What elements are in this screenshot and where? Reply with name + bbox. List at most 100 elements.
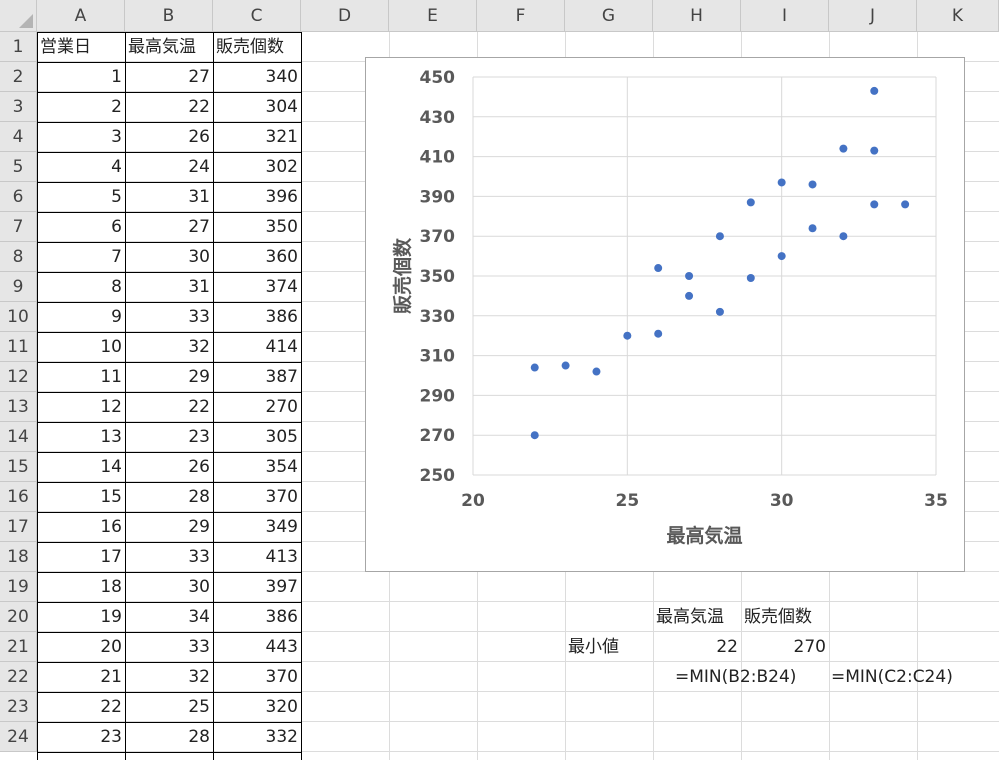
row-header-22[interactable]: 22 [0,662,37,692]
scatter-point[interactable] [685,272,694,280]
table-cell[interactable]: 386 [213,602,301,632]
table-cell[interactable]: 19 [37,602,125,632]
summary-formula-temp[interactable]: =MIN(B2:B24) [672,662,802,692]
scatter-point[interactable] [561,361,570,370]
row-header-2[interactable]: 2 [0,62,37,92]
row-header-13[interactable]: 13 [0,392,37,422]
scatter-chart[interactable]: 250 270 290 310 330 350 370 390 410 430 450 20 25 30 3… [365,57,965,572]
scatter-point[interactable] [592,367,601,376]
scatter-point[interactable] [746,273,755,282]
scatter-point[interactable] [623,331,632,340]
scatter-point[interactable] [777,252,786,261]
summary-header-temp[interactable]: 最高気温 [653,602,741,632]
table-cell[interactable]: 354 [213,452,301,482]
table-cell[interactable]: 270 [213,392,301,422]
row-header-20[interactable]: 20 [0,602,37,632]
table-cell[interactable]: 1 [37,62,125,92]
row-header-21[interactable]: 21 [0,632,37,662]
table-cell[interactable]: 349 [213,512,301,542]
table-cell[interactable]: 33 [125,302,213,332]
table-cell[interactable]: 32 [125,332,213,362]
table-cell[interactable]: 17 [37,542,125,572]
table-cell[interactable]: 33 [125,632,213,662]
row-header-15[interactable]: 15 [0,452,37,482]
column-header-b[interactable]: B [125,0,213,32]
table-cell[interactable]: 2 [37,92,125,122]
column-header-h[interactable]: H [653,0,741,32]
table-cell[interactable]: 443 [213,632,301,662]
row-header-18[interactable]: 18 [0,542,37,572]
table-cell[interactable]: 22 [125,92,213,122]
row-header-3[interactable]: 3 [0,92,37,122]
scatter-point[interactable] [870,200,879,209]
table-cell[interactable]: 304 [213,92,301,122]
table-cell[interactable]: 350 [213,212,301,242]
table-cell[interactable]: 22 [125,392,213,422]
table-cell[interactable]: 321 [213,122,301,152]
table-cell[interactable]: 320 [213,692,301,722]
row-header-24[interactable]: 24 [0,722,37,752]
table-cell[interactable]: 30 [125,242,213,272]
scatter-point[interactable] [715,307,724,316]
scatter-point[interactable] [654,329,663,338]
table-cell[interactable]: 370 [213,482,301,512]
table-cell[interactable]: 32 [125,662,213,692]
table-cell[interactable]: 27 [125,212,213,242]
table-cell[interactable]: 27 [125,62,213,92]
summary-min-temp[interactable]: 22 [653,632,741,662]
header-business-day[interactable]: 営業日 [37,32,125,62]
row-header-14[interactable]: 14 [0,422,37,452]
column-header-a[interactable]: A [37,0,125,32]
row-header-12[interactable]: 12 [0,362,37,392]
table-cell[interactable]: 16 [37,512,125,542]
column-header-i[interactable]: I [741,0,829,32]
table-cell[interactable]: 386 [213,302,301,332]
summary-min-label[interactable]: 最小値 [565,632,653,662]
scatter-point[interactable] [808,180,817,189]
column-header-d[interactable]: D [301,0,389,32]
table-cell[interactable]: 340 [213,62,301,92]
header-max-temp[interactable]: 最高気温 [125,32,213,62]
table-cell[interactable]: 13 [37,422,125,452]
scatter-point[interactable] [530,431,539,440]
summary-formula-sales[interactable]: =MIN(C2:C24) [828,662,978,692]
table-cell[interactable]: 370 [213,662,301,692]
table-cell[interactable]: 28 [125,722,213,752]
column-header-f[interactable]: F [477,0,565,32]
row-header-10[interactable]: 10 [0,302,37,332]
row-header-9[interactable]: 9 [0,272,37,302]
row-header-1[interactable]: 1 [0,32,37,62]
table-cell[interactable]: 360 [213,242,301,272]
scatter-point[interactable] [746,198,755,207]
column-header-c[interactable]: C [213,0,301,32]
table-cell[interactable]: 20 [37,632,125,662]
row-header-5[interactable]: 5 [0,152,37,182]
scatter-point[interactable] [870,146,879,155]
row-header-16[interactable]: 16 [0,482,37,512]
table-cell[interactable]: 3 [37,122,125,152]
select-all-corner[interactable] [0,0,37,32]
summary-min-sales[interactable]: 270 [741,632,829,662]
table-cell[interactable]: 29 [125,512,213,542]
table-cell[interactable]: 31 [125,182,213,212]
row-header-7[interactable]: 7 [0,212,37,242]
scatter-point[interactable] [530,363,539,372]
table-cell[interactable]: 4 [37,152,125,182]
table-cell[interactable]: 14 [37,452,125,482]
row-header-11[interactable]: 11 [0,332,37,362]
scatter-point[interactable] [685,291,694,300]
scatter-point[interactable] [654,264,663,273]
table-cell[interactable]: 10 [37,332,125,362]
table-cell[interactable]: 23 [125,422,213,452]
table-cell[interactable]: 25 [125,692,213,722]
scatter-point[interactable] [870,86,879,95]
column-header-j[interactable]: J [829,0,917,32]
row-header-19[interactable]: 19 [0,572,37,602]
table-cell[interactable]: 33 [125,542,213,572]
scatter-point[interactable] [715,232,724,241]
table-cell[interactable]: 387 [213,362,301,392]
column-header-k[interactable]: K [917,0,999,32]
scatter-point[interactable] [839,232,848,241]
summary-header-sales[interactable]: 販売個数 [741,602,829,632]
table-cell[interactable]: 28 [125,482,213,512]
